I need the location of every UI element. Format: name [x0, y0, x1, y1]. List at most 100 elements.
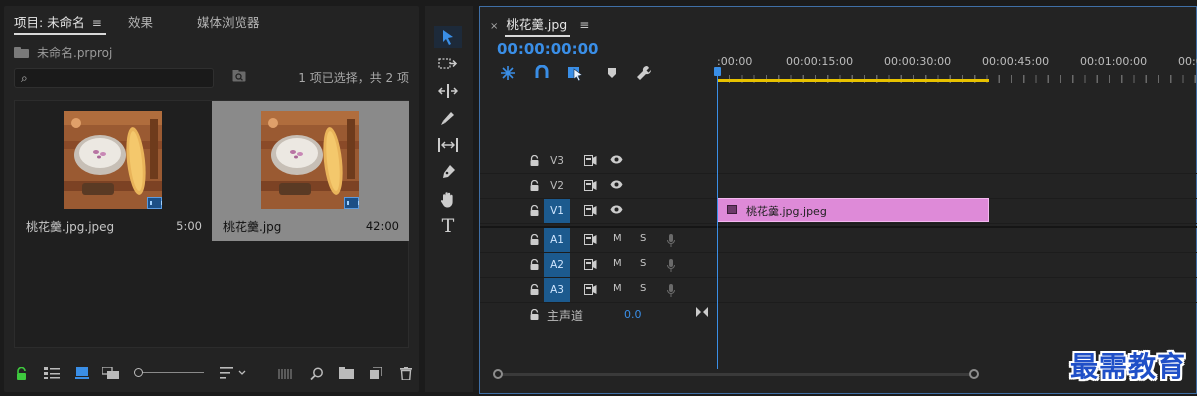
- food-image: [64, 111, 162, 209]
- ruler-label: 00:00:30:00: [884, 55, 952, 68]
- track-select-tool[interactable]: [434, 53, 462, 75]
- timeline-clip[interactable]: 桃花羹.jpg.jpeg: [717, 198, 989, 222]
- project-folder-icon: [14, 47, 29, 58]
- icon-view-icon[interactable]: [75, 367, 89, 379]
- playhead-timecode[interactable]: 00:00:00:00: [497, 40, 599, 58]
- microphone-icon[interactable]: [667, 259, 675, 272]
- panel-menu-icon[interactable]: ≡: [92, 16, 102, 30]
- eye-icon[interactable]: [610, 155, 623, 164]
- mute-button[interactable]: M: [613, 258, 622, 269]
- find-icon[interactable]: [310, 367, 324, 381]
- type-tool[interactable]: T: [434, 215, 462, 237]
- mute-button[interactable]: M: [613, 233, 622, 244]
- mute-button[interactable]: M: [613, 283, 622, 294]
- pen-tool[interactable]: [434, 161, 462, 183]
- new-bin-icon[interactable]: [339, 367, 354, 379]
- project-footer: [4, 364, 419, 384]
- track-name[interactable]: A1: [544, 228, 570, 252]
- master-track: 主声道 0.0: [480, 303, 1197, 327]
- go-to-edge-icon[interactable]: [696, 307, 708, 317]
- clip-duration: 42:00: [365, 219, 399, 233]
- sort-icon[interactable]: [220, 367, 248, 379]
- timeline-panel: × 桃花羹.jpg ≡ 00:00:00:00 :00:00 00:00:15:00…: [479, 6, 1197, 394]
- eye-icon[interactable]: [610, 180, 623, 189]
- track-name[interactable]: A3: [544, 278, 570, 302]
- nest-toggle-icon[interactable]: [500, 65, 516, 81]
- ripple-edit-tool[interactable]: [434, 80, 462, 102]
- sequence-tab[interactable]: × 桃花羹.jpg ≡: [490, 14, 589, 33]
- lock-icon[interactable]: [16, 367, 27, 380]
- tab-project-label: 项目: 未命名: [14, 15, 85, 30]
- track-name[interactable]: V2: [544, 174, 570, 198]
- ruler-label: 00:00:15:00: [786, 55, 854, 68]
- sync-lock-icon[interactable]: [584, 155, 597, 166]
- track-name[interactable]: V3: [544, 149, 570, 173]
- work-area-bar[interactable]: [717, 79, 989, 82]
- pen-icon: [443, 165, 455, 178]
- microphone-icon[interactable]: [667, 234, 675, 247]
- clip-thumbnail: [64, 111, 162, 209]
- scrollbar-right-handle[interactable]: [969, 369, 979, 379]
- search-icon: ⌕: [21, 71, 28, 85]
- find-in-bin-icon[interactable]: [232, 70, 246, 82]
- microphone-icon[interactable]: [667, 284, 675, 297]
- snap-icon[interactable]: [535, 65, 549, 79]
- track-name[interactable]: A2: [544, 253, 570, 277]
- tab-media-browser[interactable]: 媒体浏览器: [197, 12, 260, 31]
- project-tabs: 项目: 未命名 ≡ 效果 媒体浏览器: [4, 6, 419, 36]
- track-lock-icon[interactable]: [530, 234, 539, 245]
- sync-lock-icon[interactable]: [584, 284, 597, 295]
- active-tab-indicator: [14, 33, 106, 35]
- sync-lock-icon[interactable]: [584, 259, 597, 270]
- timeline-clip-label: 桃花羹.jpg.jpeg: [746, 205, 827, 218]
- automate-to-sequence-icon[interactable]: [278, 367, 294, 379]
- ripple-edit-icon: [438, 84, 458, 98]
- selection-tool[interactable]: [434, 26, 462, 48]
- bin-content-area: 桃花羹.jpg.jpeg 5:00 桃花羹.jpg 42:00: [14, 100, 409, 348]
- ruler-label: 00:01:00:00: [1080, 55, 1148, 68]
- freeform-view-icon[interactable]: [102, 367, 120, 379]
- clear-trash-icon[interactable]: [400, 367, 412, 380]
- type-icon: T: [441, 215, 455, 237]
- sequence-menu-icon[interactable]: ≡: [579, 18, 589, 32]
- clip-item-selected[interactable]: 桃花羹.jpg 42:00: [212, 101, 409, 241]
- sync-lock-icon[interactable]: [584, 234, 597, 245]
- zoom-slider[interactable]: [134, 368, 204, 378]
- solo-button[interactable]: S: [640, 233, 646, 244]
- solo-button[interactable]: S: [640, 283, 646, 294]
- razor-tool[interactable]: [434, 107, 462, 129]
- track-lock-icon[interactable]: [530, 259, 539, 270]
- clip-item[interactable]: 桃花羹.jpg.jpeg 5:00: [15, 101, 212, 241]
- tab-project[interactable]: 项目: 未命名 ≡: [14, 12, 102, 31]
- eye-icon[interactable]: [610, 205, 623, 214]
- master-volume-value[interactable]: 0.0: [624, 308, 642, 321]
- track-v3: V3: [480, 149, 1197, 174]
- scrollbar-left-handle[interactable]: [493, 369, 503, 379]
- track-lock-icon[interactable]: [530, 205, 539, 216]
- track-lock-icon[interactable]: [530, 284, 539, 295]
- track-name[interactable]: V1: [544, 199, 570, 223]
- sync-lock-icon[interactable]: [584, 180, 597, 191]
- track-select-icon: [438, 58, 458, 69]
- track-lock-icon[interactable]: [530, 155, 539, 166]
- wrench-icon[interactable]: [636, 65, 652, 81]
- sync-lock-icon[interactable]: [584, 205, 597, 216]
- track-lock-icon[interactable]: [530, 180, 539, 191]
- close-icon[interactable]: ×: [490, 21, 498, 32]
- search-input[interactable]: ⌕: [14, 68, 214, 88]
- track-lock-icon[interactable]: [530, 309, 539, 320]
- image-sequence-badge-icon: [147, 197, 162, 209]
- new-item-icon[interactable]: [370, 367, 382, 379]
- playhead-line[interactable]: [717, 73, 718, 369]
- tab-effects[interactable]: 效果: [128, 12, 153, 31]
- add-marker-icon[interactable]: [607, 67, 617, 79]
- list-view-icon[interactable]: [44, 367, 60, 379]
- hand-tool[interactable]: [434, 188, 462, 210]
- project-panel: 项目: 未命名 ≡ 效果 媒体浏览器 未命名.prproj ⌕ 1 项已选择，共 …: [4, 6, 419, 392]
- slip-tool[interactable]: [434, 134, 462, 156]
- solo-button[interactable]: S: [640, 258, 646, 269]
- slip-icon: [438, 138, 458, 152]
- clip-thumbnail: [261, 111, 359, 209]
- ruler-label: :00:00: [717, 55, 753, 68]
- linked-selection-icon[interactable]: [568, 65, 584, 81]
